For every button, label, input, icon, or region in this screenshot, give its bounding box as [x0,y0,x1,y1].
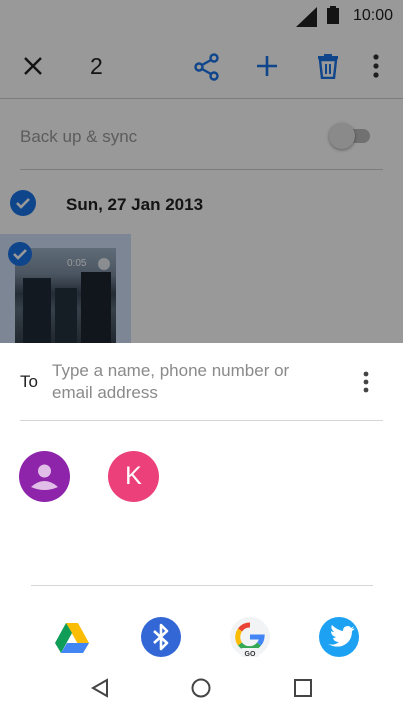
recent-apps-icon[interactable] [292,677,314,699]
contact-avatar-k[interactable]: K [108,451,159,502]
recipient-input[interactable] [52,360,342,406]
share-sheet: To Type a name, phone number or email ad… [0,343,403,718]
back-icon[interactable] [89,677,111,699]
drive-icon[interactable] [51,616,93,658]
more-vert-icon[interactable] [358,370,374,394]
google-go-badge: GO [245,651,256,658]
home-icon[interactable] [190,677,212,699]
to-recipient-row: To Type a name, phone number or email ad… [20,343,383,421]
google-go-icon[interactable]: GO [229,616,271,658]
sheet-divider [31,585,373,586]
contact-avatar[interactable] [19,451,70,502]
to-label: To [20,372,38,391]
twitter-icon[interactable] [318,616,360,658]
person-icon [31,464,58,490]
bluetooth-icon[interactable] [140,616,182,658]
contact-initial: K [125,462,142,490]
system-nav-bar [0,668,403,718]
